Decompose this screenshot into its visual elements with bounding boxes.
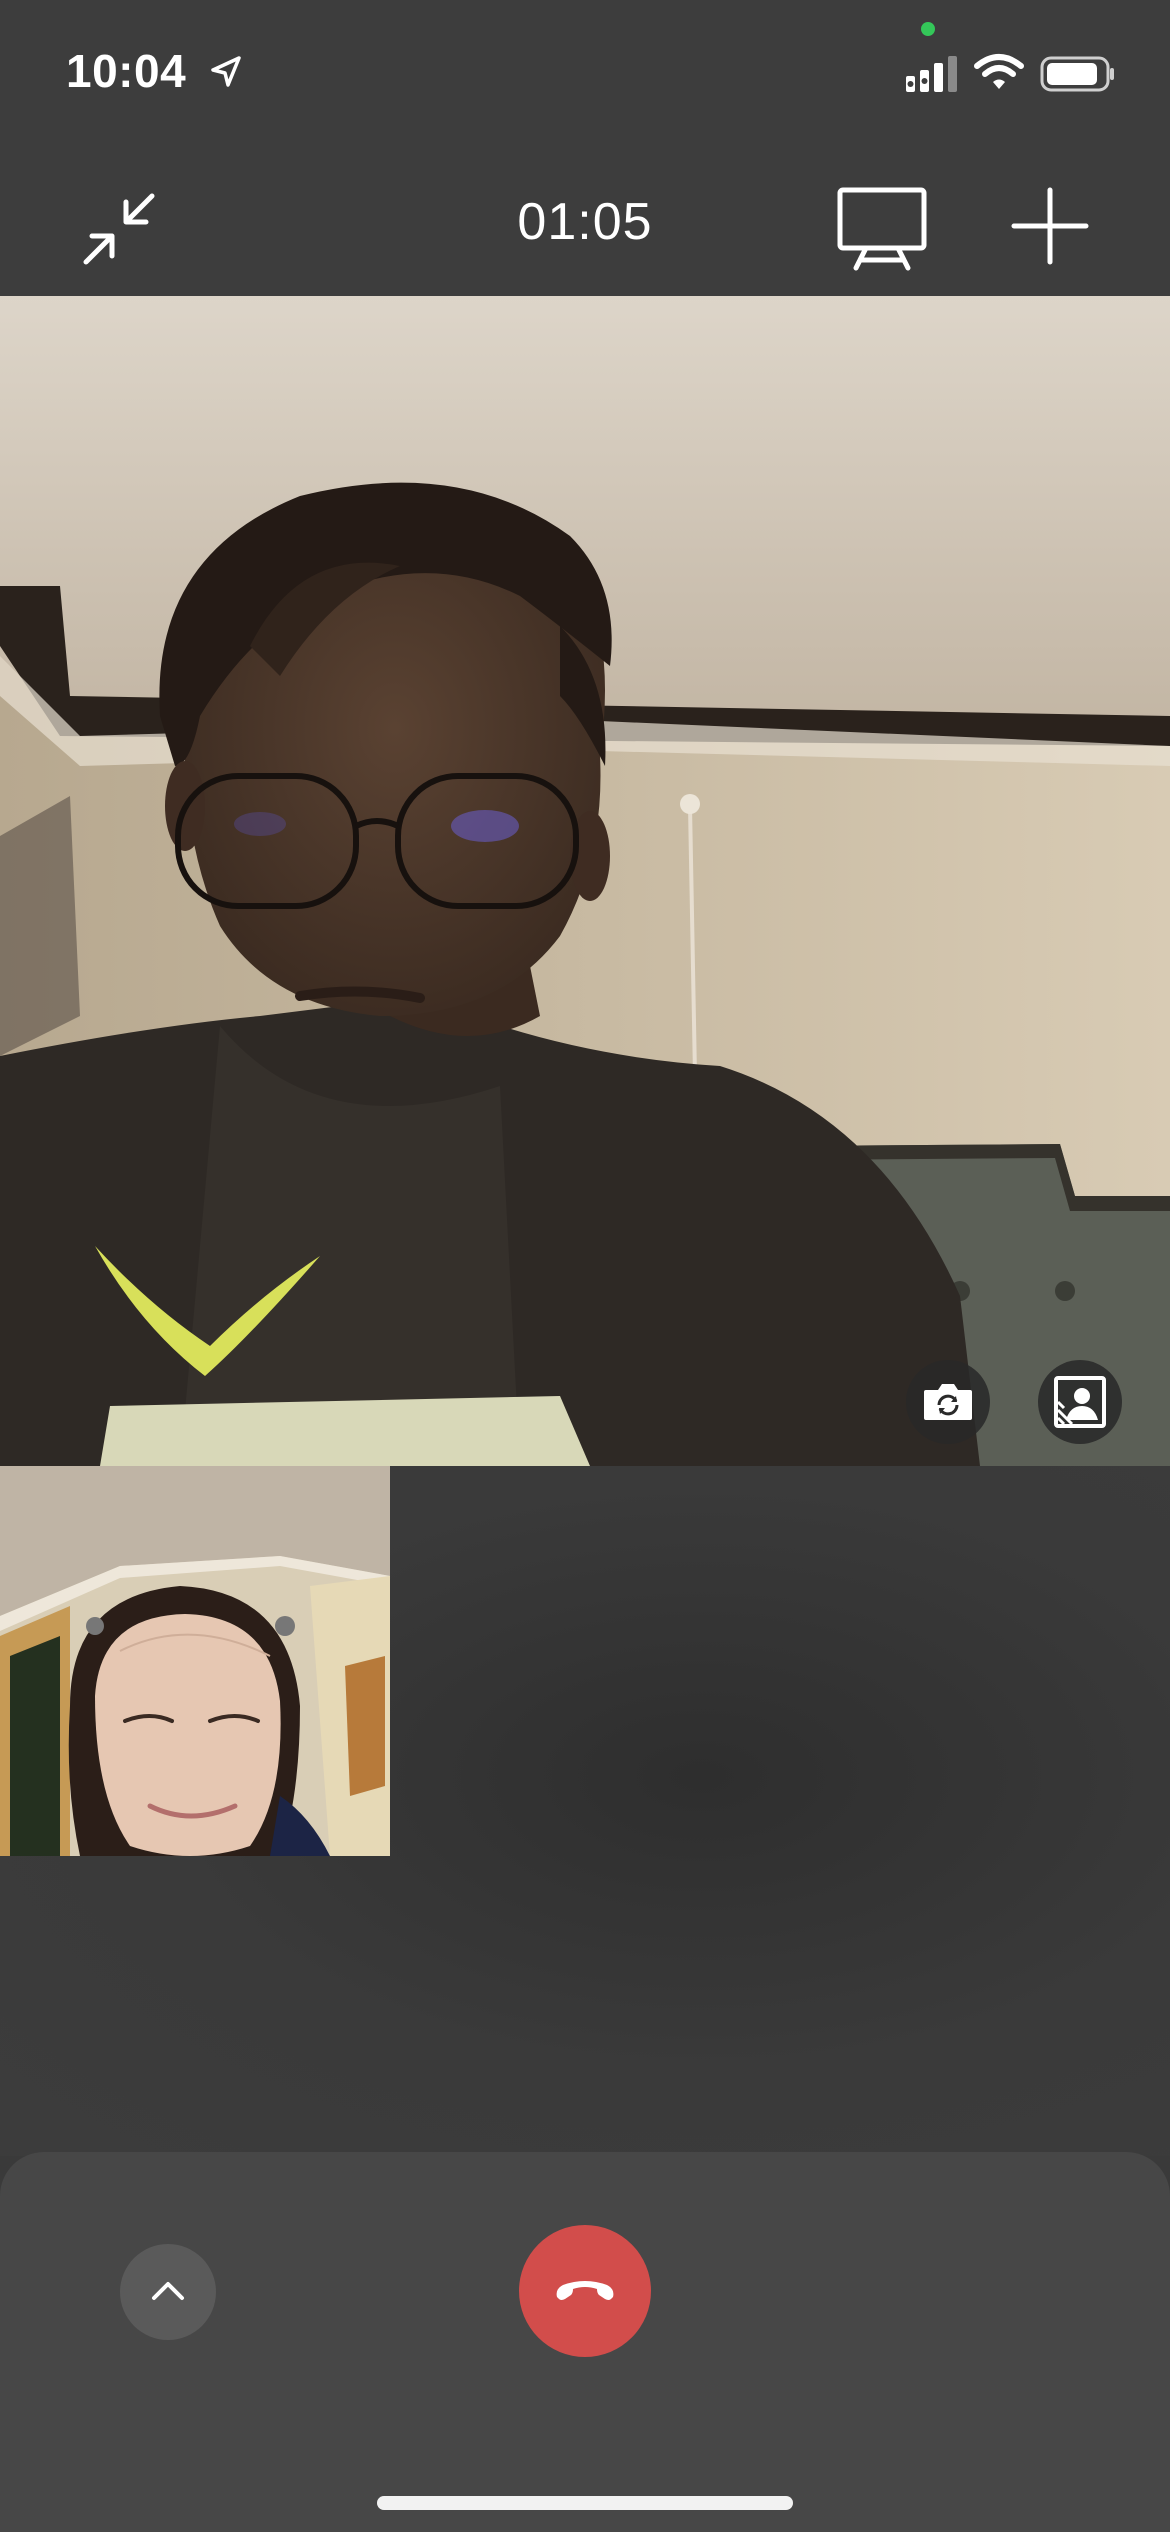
flip-camera-button[interactable] [906,1360,990,1444]
screen-share-button[interactable] [836,184,928,272]
status-time: 10:04 [66,45,187,97]
call-top-bar: 01:05 [0,140,1170,296]
hang-up-phone-icon [556,2281,614,2300]
remote-video [0,296,1170,1466]
background-effect-button[interactable] [1038,1360,1122,1444]
self-view-video[interactable] [0,1466,390,1856]
self-participant-image [0,1466,390,1856]
battery-icon [1040,56,1114,92]
end-call-button[interactable] [519,2225,651,2357]
camera-in-use-dot [921,22,935,36]
wifi-icon [974,54,1024,89]
expand-controls-button[interactable] [120,2244,216,2340]
screen-share-icon [837,187,927,271]
plus-icon [1011,187,1089,265]
home-indicator[interactable] [377,2496,793,2510]
call-timer: 01:05 [517,193,653,251]
minimize-arrows-icon [83,193,155,265]
chevron-up-icon [152,2282,184,2300]
call-control-sheet [0,2152,1170,2532]
minimize-button[interactable] [74,184,164,274]
cellular-signal-icon [906,56,957,92]
background-effect-icon [1054,1376,1106,1428]
camera-flip-icon [924,1384,972,1420]
add-participant-button[interactable] [1008,184,1092,268]
video-call-screen: 10:04 01:05 [0,0,1170,2532]
status-bar: 10:04 [0,0,1170,140]
location-arrow-icon [211,56,241,87]
remote-participant-image [0,296,1170,1466]
